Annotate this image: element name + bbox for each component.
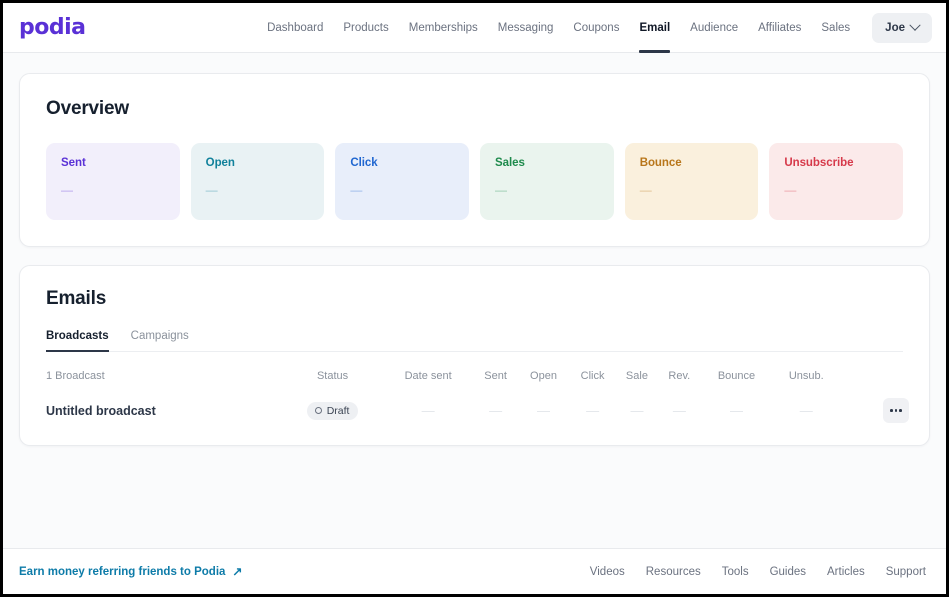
empty-value: —: [489, 403, 503, 418]
column-header-bounce: Bounce: [717, 370, 756, 382]
empty-value: —: [421, 403, 435, 418]
footer-links: Videos Resources Tools Guides Articles Suppor…: [590, 566, 926, 578]
circle-outline-icon: [314, 407, 322, 414]
stat-card-value: —: [205, 183, 218, 197]
stat-card-value: —: [61, 183, 73, 197]
empty-value: —: [672, 403, 686, 418]
cell-date-sent: —: [383, 390, 474, 445]
footer-link-tools[interactable]: Tools: [722, 566, 749, 578]
column-header-sent: Sent: [484, 370, 507, 382]
broadcast-name[interactable]: Untitled broadcast: [20, 390, 283, 445]
tab-campaigns[interactable]: Campaigns: [131, 330, 189, 351]
overview-title: Overview: [46, 98, 129, 119]
main-nav-links: Dashboard Products Memberships Messaging Cou…: [257, 3, 860, 53]
empty-value: —: [537, 403, 550, 418]
main-content: Overview Sent — Open — Click — Sales — Bounce — Un…: [3, 53, 946, 548]
overview-panel: Overview Sent — Open — Click — Sales — Bounce — Un…: [19, 73, 930, 247]
stat-card-label: Click: [350, 157, 378, 169]
stat-card-value: —: [350, 183, 363, 197]
footer-link-articles[interactable]: Articles: [827, 566, 865, 578]
stat-card-label: Bounce: [639, 157, 682, 169]
nav-item-audience[interactable]: Audience: [680, 3, 748, 53]
referral-link-label: Earn money referring friends to Podia: [19, 565, 226, 578]
cell-sale: —: [616, 390, 659, 445]
page-footer: Earn money referring friends to Podia ↗ …: [3, 548, 946, 594]
nav-item-memberships[interactable]: Memberships: [399, 3, 488, 53]
nav-item-coupons[interactable]: Coupons: [563, 3, 629, 53]
stat-card-bounce: Bounce —: [624, 143, 759, 220]
nav-item-affiliates[interactable]: Affiliates: [748, 3, 811, 53]
nav-item-products[interactable]: Products: [333, 3, 398, 53]
app-window: podia Dashboard Products Memberships Messag…: [0, 0, 949, 597]
table-row[interactable]: Untitled broadcast Draft — — — — — — — —: [20, 390, 929, 445]
stat-card-sales: Sales —: [480, 143, 614, 220]
emails-tabs: Broadcasts Campaigns: [46, 330, 903, 352]
cell-rev: —: [658, 390, 700, 445]
nav-item-sales[interactable]: Sales: [811, 3, 860, 53]
stat-card-value: —: [639, 183, 652, 197]
top-navigation-bar: podia Dashboard Products Memberships Messag…: [3, 3, 946, 53]
column-header-open: Open: [530, 370, 557, 382]
status-badge-label: Draft: [326, 404, 350, 417]
emails-title: Emails: [46, 288, 107, 309]
status-badge: Draft: [306, 401, 359, 420]
emails-panel: Emails Broadcasts Campaigns 1 Broadcast S…: [19, 265, 930, 446]
empty-value: —: [630, 403, 644, 418]
nav-item-messaging[interactable]: Messaging: [488, 3, 564, 53]
stat-card-click: Click —: [335, 143, 470, 220]
footer-link-guides[interactable]: Guides: [770, 566, 806, 578]
table-header-row: 1 Broadcast Status Date sent Sent Open Click…: [20, 352, 929, 390]
empty-value: —: [799, 403, 813, 418]
cell-bounce: —: [700, 390, 772, 445]
footer-link-resources[interactable]: Resources: [646, 566, 701, 578]
status-cell: Draft: [283, 390, 383, 445]
column-header-rev: Rev.: [668, 370, 691, 382]
overview-stat-cards: Sent — Open — Click — Sales — Bounce — Unsubscribe…: [46, 143, 904, 220]
column-header-click: Click: [580, 370, 605, 382]
stat-card-label: Sales: [495, 157, 525, 169]
empty-value: —: [729, 403, 743, 418]
stat-card-sent: Sent —: [46, 143, 180, 220]
stat-card-value: —: [784, 183, 797, 197]
footer-link-videos[interactable]: Videos: [590, 566, 625, 578]
nav-item-dashboard[interactable]: Dashboard: [257, 3, 333, 53]
broadcasts-table-body: Untitled broadcast Draft — — — — — — — —: [20, 390, 929, 445]
row-actions-cell: [840, 390, 929, 445]
nav-item-email[interactable]: Email: [629, 3, 680, 53]
column-header-status: Status: [316, 370, 349, 382]
referral-link[interactable]: Earn money referring friends to Podia ↗: [19, 564, 243, 578]
stat-card-value: —: [495, 183, 508, 197]
cell-unsub: —: [773, 390, 840, 445]
broadcast-count-label: 1 Broadcast: [46, 370, 105, 382]
column-header-sale: Sale: [625, 370, 648, 382]
stat-card-open: Open —: [190, 143, 325, 220]
stat-card-unsubscribe: Unsubscribe —: [769, 143, 904, 220]
tab-broadcasts[interactable]: Broadcasts: [46, 330, 109, 352]
cell-open: —: [517, 390, 569, 445]
account-menu-label: Joe: [885, 21, 905, 34]
footer-link-support[interactable]: Support: [886, 566, 926, 578]
empty-value: —: [586, 403, 600, 418]
broadcasts-table: 1 Broadcast Status Date sent Sent Open Click…: [20, 352, 929, 445]
external-link-arrow-icon: ↗: [232, 564, 243, 578]
column-header-actions: [840, 352, 929, 390]
stat-card-label: Open: [205, 157, 235, 169]
cell-click: —: [570, 390, 616, 445]
emails-header: Emails Broadcasts Campaigns: [20, 266, 929, 352]
cell-sent: —: [474, 390, 518, 445]
stat-card-label: Unsubscribe: [784, 157, 854, 169]
broadcasts-table-head: 1 Broadcast Status Date sent Sent Open Click…: [20, 352, 929, 390]
ellipsis-icon[interactable]: [883, 398, 909, 423]
stat-card-label: Sent: [61, 157, 86, 169]
account-menu-button[interactable]: Joe: [872, 12, 932, 43]
column-header-date-sent: Date sent: [404, 370, 452, 382]
chevron-down-icon: [909, 19, 921, 31]
podia-logo[interactable]: podia: [19, 16, 86, 39]
column-header-unsub: Unsub.: [788, 370, 824, 382]
